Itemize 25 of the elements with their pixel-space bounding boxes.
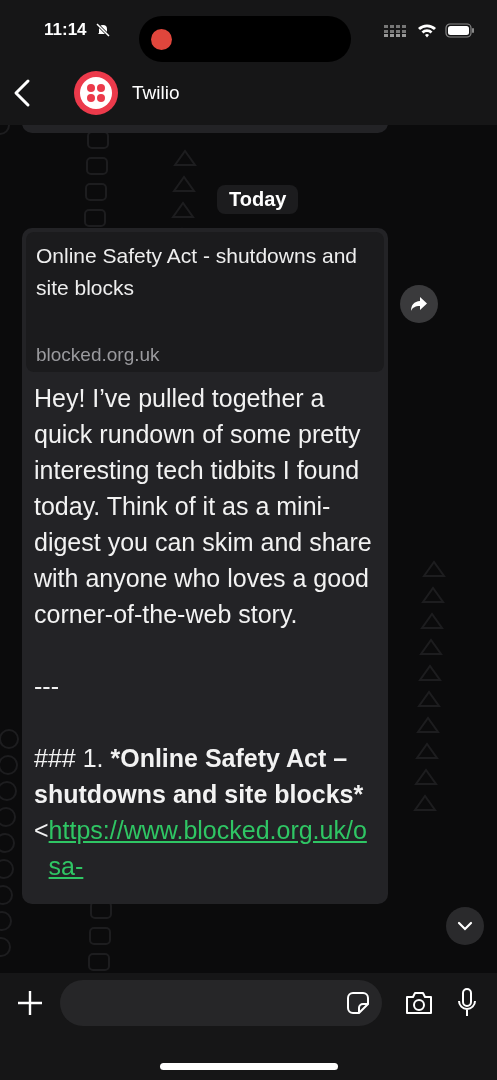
preview-title: Online Safety Act - shutdowns and site blocks	[36, 243, 359, 301]
link-preview[interactable]: Online Safety Act - shutdowns and site blocks blocked.org.uk	[26, 232, 384, 372]
date-divider: Today	[217, 185, 299, 214]
forward-button[interactable]	[400, 285, 438, 323]
signal-icon	[383, 23, 409, 37]
battery-icon	[445, 22, 475, 38]
contact-name[interactable]: Twilio	[132, 81, 180, 104]
camera-icon[interactable]	[404, 991, 434, 1015]
wifi-icon	[417, 22, 437, 38]
clock-time: 11:14	[44, 20, 87, 40]
share-arrow-icon	[410, 296, 428, 312]
chevron-down-icon	[457, 921, 473, 931]
message-link[interactable]: https://www.blocked.org.uk/osa-	[48, 812, 376, 884]
scroll-down-button[interactable]	[446, 907, 484, 945]
message-input[interactable]	[60, 980, 382, 1026]
preview-domain: blocked.org.uk	[36, 344, 161, 366]
message-text: <	[34, 815, 49, 846]
back-icon[interactable]	[12, 77, 32, 108]
message-text: ---	[34, 671, 60, 702]
microphone-icon[interactable]	[456, 988, 478, 1018]
contact-avatar[interactable]	[74, 70, 118, 115]
plus-icon[interactable]	[16, 989, 44, 1017]
message-text: Hey! I’ve pulled together a quick rundown of some pretty interesting tech tidbits I found today. Think of it as a mini-digest you can skim and share with anyone who loves a good corner-of-the-web story.	[34, 383, 373, 630]
sticker-icon[interactable]	[346, 991, 370, 1015]
message-heading: ### 1. *Online Safety Act – shutdowns and site blocks*	[34, 743, 365, 810]
